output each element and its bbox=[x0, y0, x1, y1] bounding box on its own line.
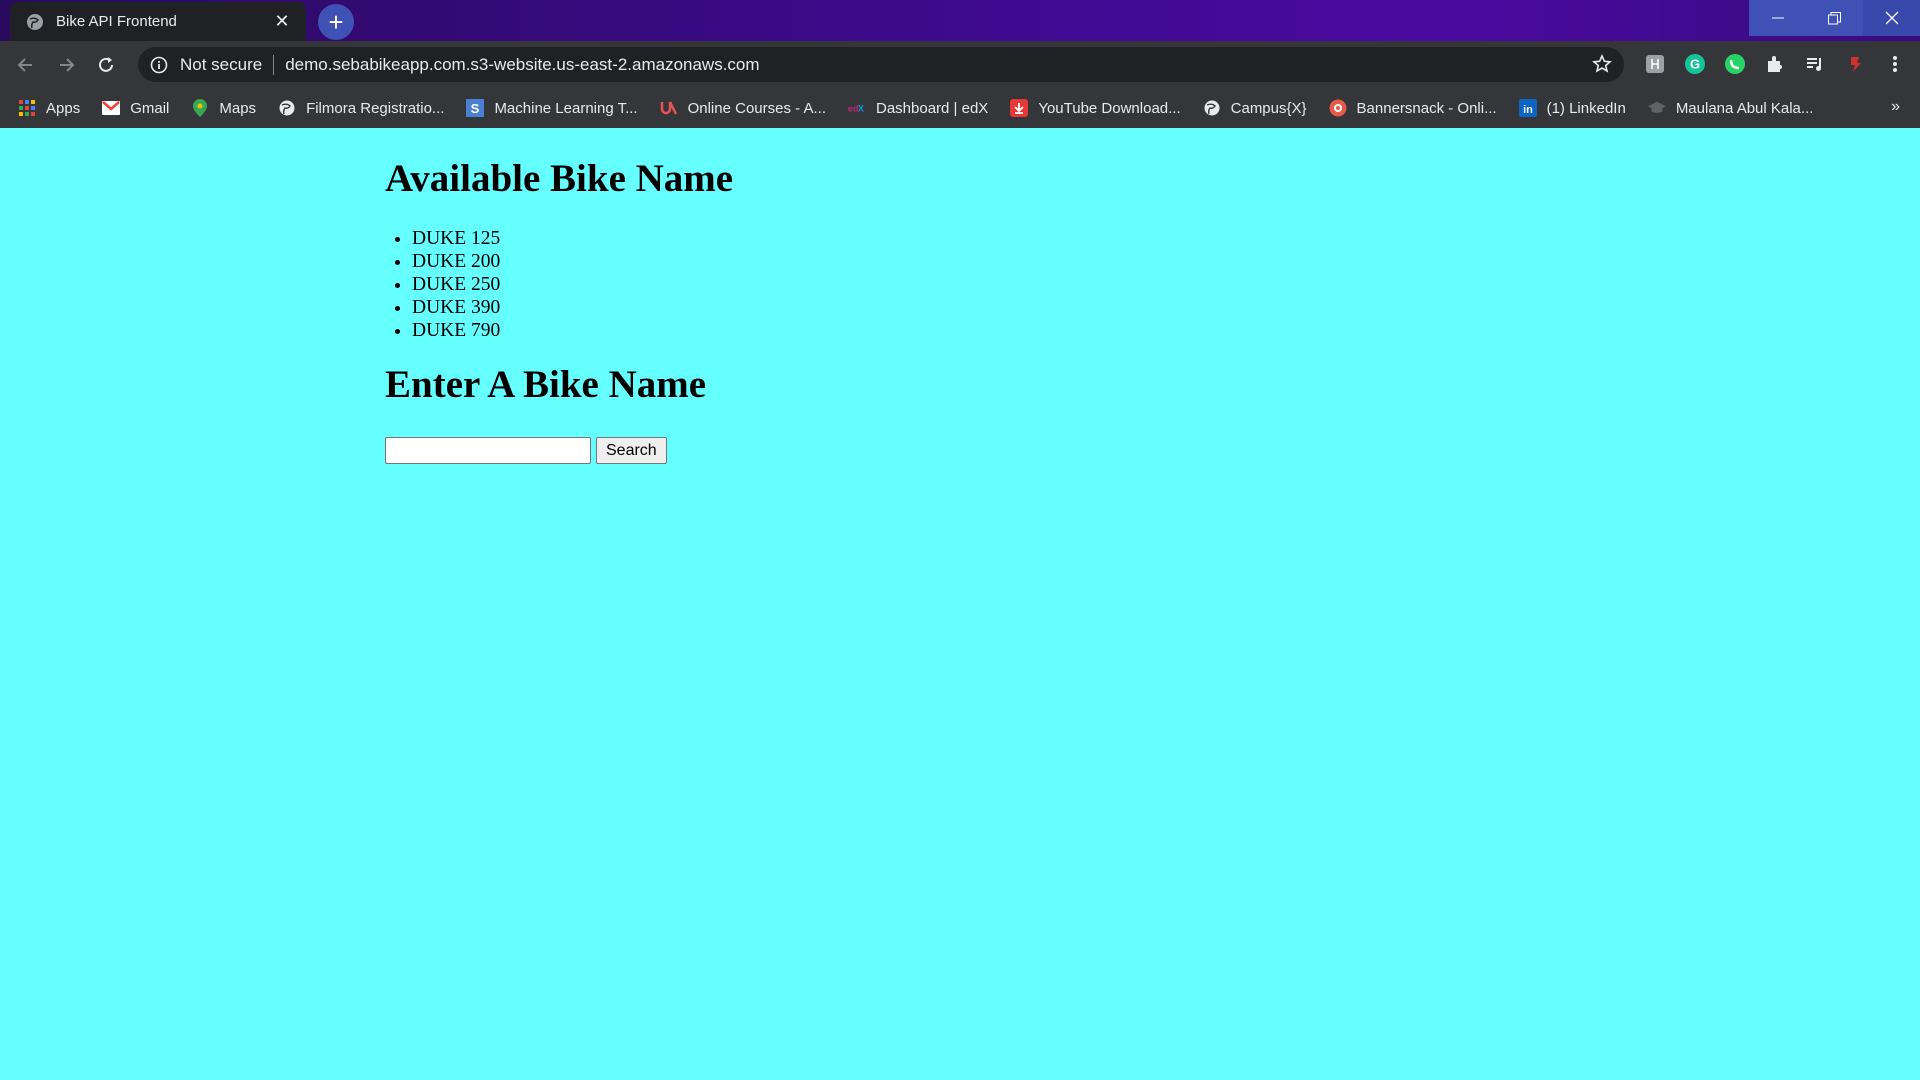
bookmark-label: Dashboard | edX bbox=[876, 99, 989, 117]
bookmark-edx[interactable]: ed X Dashboard | edX bbox=[848, 99, 988, 117]
bookmark-filmora[interactable]: Filmora Registratio... bbox=[278, 99, 444, 117]
bookmark-youtube-download[interactable]: YouTube Download... bbox=[1010, 99, 1181, 117]
minimize-button[interactable] bbox=[1749, 0, 1806, 36]
bike-name-input[interactable] bbox=[385, 437, 591, 464]
extensions-puzzle-icon[interactable] bbox=[1760, 49, 1790, 79]
edx-icon: ed X bbox=[848, 99, 866, 117]
svg-text:S: S bbox=[471, 101, 480, 116]
available-bikes-heading: Available Bike Name bbox=[385, 157, 734, 200]
enter-bike-heading: Enter A Bike Name bbox=[385, 363, 707, 406]
media-playlist-icon[interactable] bbox=[1800, 49, 1830, 79]
bookmark-label: Bannersnack - Onli... bbox=[1356, 99, 1497, 117]
bookmark-maulana[interactable]: Maulana Abul Kala... bbox=[1647, 99, 1814, 117]
forward-button[interactable] bbox=[52, 51, 80, 79]
extensions-area: G bbox=[1640, 49, 1920, 79]
bookmark-campusx[interactable]: Campus{X} bbox=[1203, 99, 1307, 117]
page-content: Available Bike Name DUKE 125 DUKE 200 DU… bbox=[385, 128, 733, 464]
more-bookmarks-button[interactable]: » bbox=[1891, 98, 1900, 116]
bookmark-maps[interactable]: Maps bbox=[191, 99, 256, 117]
bannersnack-icon bbox=[1329, 99, 1347, 117]
bookmark-label: Machine Learning T... bbox=[494, 99, 638, 117]
bookmark-gmail[interactable]: Gmail bbox=[102, 99, 169, 117]
restore-button[interactable] bbox=[1806, 0, 1863, 36]
bookmark-machine-learning[interactable]: S Machine Learning T... bbox=[466, 99, 638, 117]
security-label[interactable]: Not secure bbox=[180, 55, 262, 75]
bookmark-label: Campus{X} bbox=[1230, 99, 1307, 117]
window-controls bbox=[1749, 0, 1920, 36]
arrow-left-icon bbox=[17, 57, 32, 72]
bookmark-label: Maulana Abul Kala... bbox=[1675, 99, 1814, 117]
list-item: DUKE 250 bbox=[412, 273, 733, 296]
bookmark-label: Online Courses - A... bbox=[687, 99, 826, 117]
download-icon bbox=[1010, 99, 1029, 117]
back-button[interactable] bbox=[12, 51, 40, 79]
close-window-button[interactable] bbox=[1863, 0, 1920, 36]
svg-text:X: X bbox=[858, 103, 864, 113]
info-icon[interactable] bbox=[150, 56, 168, 74]
new-tab-button[interactable]: + bbox=[318, 4, 354, 40]
globe-icon bbox=[1203, 99, 1221, 117]
tab-active[interactable]: Bike API Frontend ✕ bbox=[10, 2, 306, 41]
svg-text:ed: ed bbox=[848, 103, 859, 113]
linkedin-icon: in bbox=[1518, 99, 1537, 117]
address-bar[interactable]: Not secure demo.sebabikeapp.com.s3-websi… bbox=[138, 47, 1624, 82]
bike-list: DUKE 125 DUKE 200 DUKE 250 DUKE 390 DUKE… bbox=[385, 227, 733, 342]
reload-button[interactable] bbox=[92, 51, 120, 79]
bookmark-label: Maps bbox=[219, 99, 257, 117]
red-extension-icon[interactable] bbox=[1840, 49, 1870, 79]
grammarly-icon[interactable]: G bbox=[1680, 49, 1710, 79]
udemy-icon bbox=[660, 99, 678, 117]
bookmark-bannersnack[interactable]: Bannersnack - Onli... bbox=[1329, 99, 1497, 117]
tab-title: Bike API Frontend bbox=[56, 13, 177, 30]
browser-toolbar: Not secure demo.sebabikeapp.com.s3-websi… bbox=[0, 41, 1920, 88]
arrow-right-icon bbox=[60, 57, 75, 72]
list-item: DUKE 790 bbox=[412, 319, 733, 342]
bookmark-label: Apps bbox=[46, 99, 81, 117]
bookmark-label: YouTube Download... bbox=[1038, 99, 1181, 117]
whatsapp-icon[interactable] bbox=[1720, 49, 1750, 79]
search-form: Search bbox=[385, 437, 733, 464]
page-viewport: Available Bike Name DUKE 125 DUKE 200 DU… bbox=[0, 128, 1920, 1080]
apps-grid-icon bbox=[18, 99, 36, 117]
maps-pin-icon bbox=[191, 99, 209, 117]
graduation-cap-icon bbox=[1647, 99, 1666, 117]
bookmark-label: Gmail bbox=[130, 99, 170, 117]
search-button[interactable]: Search bbox=[596, 437, 667, 464]
reload-icon bbox=[99, 56, 113, 72]
list-item: DUKE 125 bbox=[412, 227, 733, 250]
bookmark-apps[interactable]: Apps bbox=[18, 99, 80, 117]
extension-icon[interactable] bbox=[1640, 49, 1670, 79]
tab-close-icon[interactable]: ✕ bbox=[272, 11, 292, 32]
s-logo-icon: S bbox=[466, 99, 485, 117]
browser-titlebar: Bike API Frontend ✕ + bbox=[0, 0, 1920, 41]
url-text[interactable]: demo.sebabikeapp.com.s3-website.us-east-… bbox=[285, 55, 759, 75]
address-divider bbox=[273, 54, 275, 75]
gmail-icon bbox=[102, 99, 121, 117]
bookmarks-bar: Apps Gmail Maps Filmora Registratio... S… bbox=[0, 88, 1920, 128]
menu-kebab-icon[interactable] bbox=[1880, 49, 1910, 79]
bookmark-label: (1) LinkedIn bbox=[1546, 99, 1626, 117]
bookmark-linkedin[interactable]: in (1) LinkedIn bbox=[1518, 99, 1626, 117]
bookmark-udemy[interactable]: Online Courses - A... bbox=[660, 99, 826, 117]
globe-icon bbox=[278, 99, 296, 117]
svg-text:in: in bbox=[1523, 104, 1533, 116]
list-item: DUKE 390 bbox=[412, 296, 733, 319]
globe-icon bbox=[27, 13, 43, 30]
bookmark-star-icon[interactable] bbox=[1592, 54, 1612, 74]
list-item: DUKE 200 bbox=[412, 250, 733, 273]
bookmark-label: Filmora Registratio... bbox=[306, 99, 445, 117]
svg-text:G: G bbox=[1690, 57, 1700, 72]
